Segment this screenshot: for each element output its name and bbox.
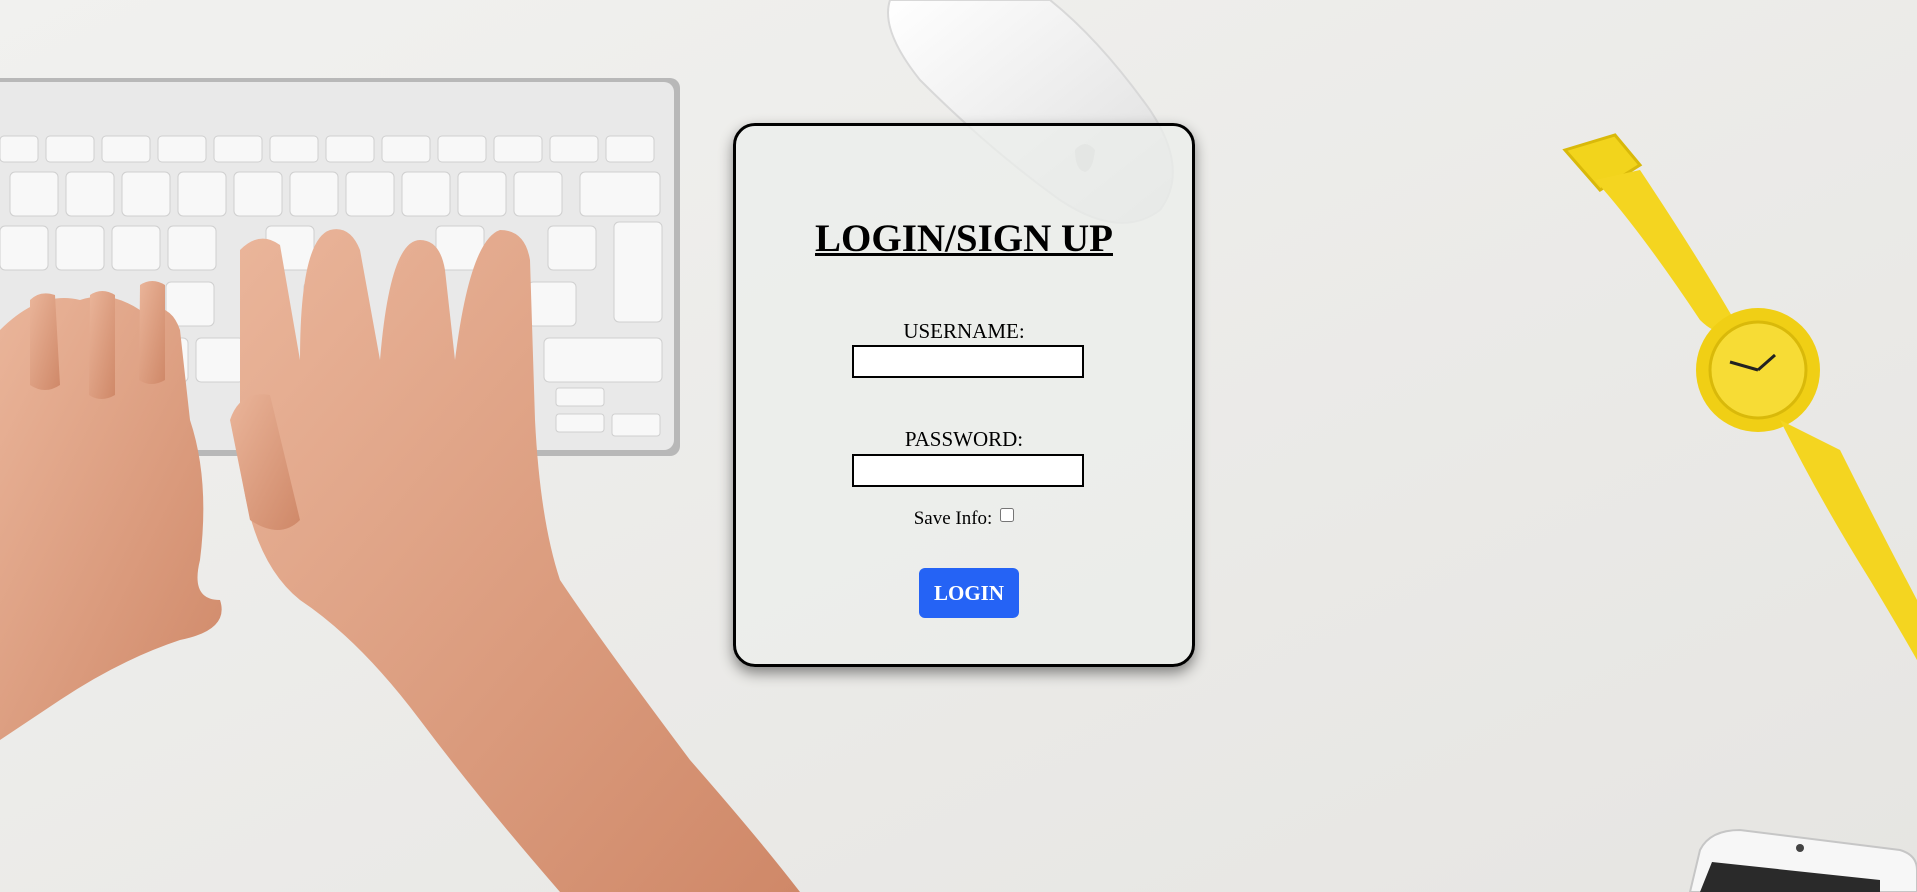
save-info-row: Save Info: xyxy=(736,508,1192,530)
login-button[interactable]: LOGIN xyxy=(919,568,1019,618)
password-input[interactable] xyxy=(852,454,1084,487)
save-info-label: Save Info: xyxy=(913,508,993,529)
password-label: PASSWORD: xyxy=(904,427,1024,451)
username-input[interactable] xyxy=(852,345,1084,378)
login-title: LOGIN/SIGN UP xyxy=(815,217,1113,260)
save-info-checkbox[interactable] xyxy=(1000,508,1015,522)
username-label: USERNAME: xyxy=(903,319,1025,343)
login-card: LOGIN/SIGN UP USERNAME: PASSWORD: Save I… xyxy=(733,123,1195,667)
